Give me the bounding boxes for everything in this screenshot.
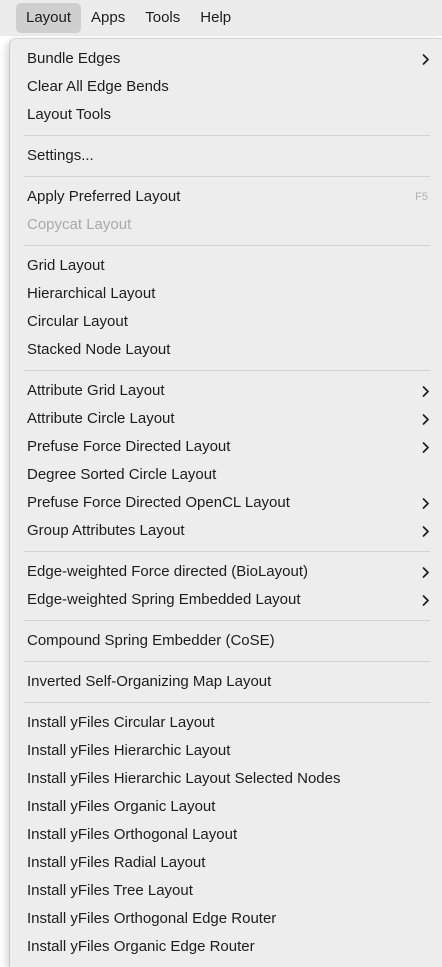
menu-item-label: Hierarchical Layout xyxy=(27,285,156,302)
menu-item-label: Layout Tools xyxy=(27,106,111,123)
menu-item-install-yfiles-organic-edge-router[interactable]: Install yFiles Organic Edge Router xyxy=(10,933,442,961)
menu-separator xyxy=(24,702,430,703)
menu-item-group-attributes-layout[interactable]: Group Attributes Layout xyxy=(10,517,442,545)
menu-item-edge-weighted-spring-embedded-layout[interactable]: Edge-weighted Spring Embedded Layout xyxy=(10,586,442,614)
chevron-right-icon xyxy=(422,433,430,453)
menu-item-label: Apply Preferred Layout xyxy=(27,188,181,205)
menu-item-install-yfiles-circular-layout[interactable]: Install yFiles Circular Layout xyxy=(10,709,442,737)
menu-item-label: Install yFiles Hierarchic Layout Selecte… xyxy=(27,770,341,787)
menu-separator xyxy=(24,620,430,621)
menu-item-degree-sorted-circle-layout[interactable]: Degree Sorted Circle Layout xyxy=(10,461,442,489)
menu-bar: Layout Apps Tools Help xyxy=(0,0,442,36)
menubar-item-help[interactable]: Help xyxy=(190,3,241,33)
menu-separator xyxy=(24,661,430,662)
menu-item-label: Stacked Node Layout xyxy=(27,341,171,358)
menu-item-label: Install yFiles Circular Layout xyxy=(27,714,215,731)
menu-item-label: Install yFiles Hierarchic Layout xyxy=(27,742,231,759)
menu-item-prefuse-force-directed-opencl-layout[interactable]: Prefuse Force Directed OpenCL Layout xyxy=(10,489,442,517)
menu-item-edge-weighted-force-directed-biolayout[interactable]: Edge-weighted Force directed (BioLayout) xyxy=(10,558,442,586)
menu-item-label: Clear All Edge Bends xyxy=(27,78,169,95)
menu-item-clear-all-edge-bends[interactable]: Clear All Edge Bends xyxy=(10,73,442,101)
menu-item-label: Bundle Edges xyxy=(27,50,121,67)
menu-item-circular-layout[interactable]: Circular Layout xyxy=(10,308,442,336)
menu-item-label: Degree Sorted Circle Layout xyxy=(27,466,217,483)
menu-item-label: Install yFiles Organic Layout xyxy=(27,798,216,815)
chevron-right-icon xyxy=(422,558,430,578)
menu-item-attribute-circle-layout[interactable]: Attribute Circle Layout xyxy=(10,405,442,433)
menubar-item-tools[interactable]: Tools xyxy=(135,3,190,33)
menu-item-label: Group Attributes Layout xyxy=(27,522,185,539)
menubar-item-apps[interactable]: Apps xyxy=(81,3,135,33)
menu-separator xyxy=(24,176,430,177)
menu-item-install-yfiles-tree-layout[interactable]: Install yFiles Tree Layout xyxy=(10,877,442,905)
chevron-right-icon xyxy=(422,377,430,397)
chevron-right-icon xyxy=(422,489,430,509)
menu-item-hierarchical-layout[interactable]: Hierarchical Layout xyxy=(10,280,442,308)
menu-item-label: Copycat Layout xyxy=(27,216,132,233)
chevron-right-icon xyxy=(422,517,430,537)
menu-item-stacked-node-layout[interactable]: Stacked Node Layout xyxy=(10,336,442,364)
menu-separator xyxy=(24,245,430,246)
menu-item-label: Circular Layout xyxy=(27,313,128,330)
menu-item-inverted-self-organizing-map-layout[interactable]: Inverted Self-Organizing Map Layout xyxy=(10,668,442,696)
menu-item-attribute-grid-layout[interactable]: Attribute Grid Layout xyxy=(10,377,442,405)
menu-item-label: Install yFiles Tree Layout xyxy=(27,882,193,899)
menu-item-settings[interactable]: Settings... xyxy=(10,142,442,170)
menu-item-label: Edge-weighted Spring Embedded Layout xyxy=(27,591,301,608)
menubar-item-layout[interactable]: Layout xyxy=(16,3,82,33)
menu-item-label: Inverted Self-Organizing Map Layout xyxy=(27,673,272,690)
menu-separator xyxy=(24,551,430,552)
menu-item-install-yfiles-hierarchic-layout[interactable]: Install yFiles Hierarchic Layout xyxy=(10,737,442,765)
chevron-right-icon xyxy=(422,45,430,65)
menu-item-prefuse-force-directed-layout[interactable]: Prefuse Force Directed Layout xyxy=(10,433,442,461)
menu-item-label: Install yFiles Organic Edge Router xyxy=(27,938,255,955)
menu-item-copycat-layout: Copycat Layout xyxy=(10,211,442,239)
menu-item-label: Attribute Grid Layout xyxy=(27,382,165,399)
menu-item-label: Install yFiles Orthogonal Layout xyxy=(27,826,238,843)
menu-item-label: Attribute Circle Layout xyxy=(27,410,175,427)
layout-menu-dropdown: Bundle Edges Clear All Edge Bends Layout T… xyxy=(9,38,442,967)
menu-item-install-yfiles-radial-layout[interactable]: Install yFiles Radial Layout xyxy=(10,849,442,877)
menu-item-compound-spring-embedder-cose[interactable]: Compound Spring Embedder (CoSE) xyxy=(10,627,442,655)
menu-item-grid-layout[interactable]: Grid Layout xyxy=(10,252,442,280)
chevron-right-icon xyxy=(422,586,430,606)
menu-item-install-yfiles-hierarchic-layout-selected-nodes[interactable]: Install yFiles Hierarchic Layout Selecte… xyxy=(10,765,442,793)
menu-separator xyxy=(24,370,430,371)
chevron-right-icon xyxy=(422,405,430,425)
menu-item-install-yfiles-orthogonal-layout[interactable]: Install yFiles Orthogonal Layout xyxy=(10,821,442,849)
menu-item-bundle-edges[interactable]: Bundle Edges xyxy=(10,45,442,73)
menu-item-label: Install yFiles Orthogonal Edge Router xyxy=(27,910,277,927)
menu-item-label: Settings... xyxy=(27,147,94,164)
menu-separator xyxy=(24,135,430,136)
keyboard-shortcut: F5 xyxy=(415,191,428,203)
menu-item-label: Compound Spring Embedder (CoSE) xyxy=(27,632,275,649)
menu-item-install-yfiles-orthogonal-edge-router[interactable]: Install yFiles Orthogonal Edge Router xyxy=(10,905,442,933)
menu-item-label: Edge-weighted Force directed (BioLayout) xyxy=(27,563,308,580)
menu-item-label: Prefuse Force Directed Layout xyxy=(27,438,231,455)
menu-item-apply-preferred-layout[interactable]: Apply Preferred Layout F5 xyxy=(10,183,442,211)
menu-item-layout-tools[interactable]: Layout Tools xyxy=(10,101,442,129)
menu-item-label: Grid Layout xyxy=(27,257,105,274)
menu-item-label: Prefuse Force Directed OpenCL Layout xyxy=(27,494,290,511)
menu-item-install-yfiles-organic-layout[interactable]: Install yFiles Organic Layout xyxy=(10,793,442,821)
menu-item-label: Install yFiles Radial Layout xyxy=(27,854,206,871)
